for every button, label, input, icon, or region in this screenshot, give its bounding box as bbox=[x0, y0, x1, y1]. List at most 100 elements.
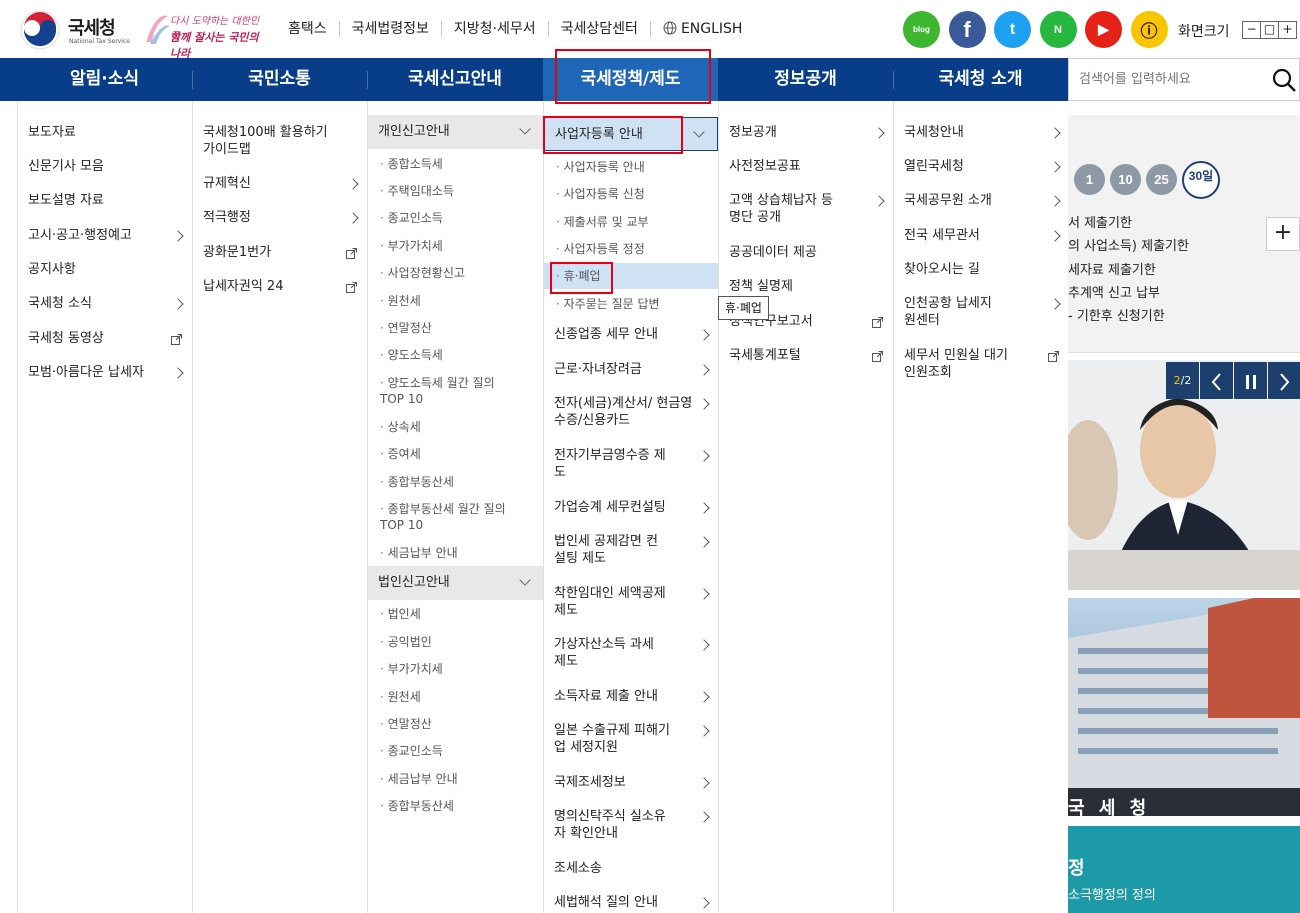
submenu-item[interactable]: 종합부동산세 월간 질의 TOP 10 bbox=[380, 501, 530, 533]
submenu-item[interactable]: 사업자등록 안내 bbox=[556, 159, 645, 175]
nav-communication[interactable]: 국민소통 bbox=[192, 58, 367, 101]
deadline-item[interactable]: 의 사업소득) 제출기한 bbox=[1068, 235, 1189, 254]
menu-item[interactable]: 국세청 동영상 bbox=[28, 330, 182, 347]
day-filter-1[interactable]: 1 bbox=[1074, 164, 1105, 195]
submenu-item[interactable]: 상속세 bbox=[380, 419, 421, 435]
submenu-item[interactable]: 사업자등록 신청 bbox=[556, 186, 645, 202]
submenu-item[interactable]: 양도소득세 bbox=[380, 347, 443, 363]
submenu-item[interactable]: 증여세 bbox=[380, 446, 421, 462]
link-consult-center[interactable]: 국세상담센터 bbox=[547, 21, 650, 37]
day-filter-25[interactable]: 25 bbox=[1146, 164, 1177, 195]
submenu-item[interactable]: 법인세 bbox=[380, 606, 421, 622]
search-icon[interactable] bbox=[1271, 67, 1297, 93]
link-hometax[interactable]: 홈택스 bbox=[278, 21, 339, 37]
menu-item[interactable]: 고액 상습체납자 등 명단 공개 bbox=[729, 192, 885, 226]
menu-item[interactable]: 가업승계 세무컨설팅 bbox=[554, 499, 710, 516]
link-tax-law[interactable]: 국세법령정보 bbox=[338, 21, 441, 37]
menu-item[interactable]: 적극행정 bbox=[203, 209, 359, 226]
menu-item[interactable]: 국제조세정보 bbox=[554, 774, 710, 791]
submenu-item[interactable]: 양도소득세 월간 질의 TOP 10 bbox=[380, 375, 518, 407]
twitter-icon[interactable]: t bbox=[994, 11, 1031, 48]
slide-prev-button[interactable] bbox=[1200, 362, 1233, 399]
submenu-item[interactable]: 종교인소득 bbox=[380, 743, 443, 759]
submenu-item[interactable]: 종합부동산세 bbox=[380, 474, 454, 490]
menu-item[interactable]: 납세자권익 24 bbox=[203, 278, 357, 295]
zoom-in-button[interactable]: + bbox=[1278, 21, 1297, 39]
kakao-icon[interactable]: ⓘ bbox=[1130, 11, 1168, 48]
nts-logo[interactable]: 국세청 National Tax Service bbox=[20, 8, 132, 50]
zoom-out-button[interactable]: − bbox=[1242, 21, 1261, 39]
nav-info-disclosure[interactable]: 정보공개 bbox=[718, 58, 893, 101]
menu-item[interactable]: 공공데이터 제공 bbox=[729, 244, 883, 261]
zoom-reset-button[interactable]: □ bbox=[1260, 21, 1279, 39]
submenu-item[interactable]: 부가가치세 bbox=[380, 238, 443, 254]
menu-item[interactable]: 찾아오시는 길 bbox=[904, 261, 1059, 278]
more-plus-button[interactable]: + bbox=[1266, 217, 1300, 251]
menu-item[interactable]: 사전정보공표 bbox=[729, 158, 883, 175]
menu-item[interactable]: 정책 실명제 bbox=[729, 278, 883, 295]
deadline-item[interactable]: 세자료 제출기한 bbox=[1068, 259, 1156, 278]
menu-item[interactable]: 신종업종 세무 안내 bbox=[554, 326, 710, 343]
menu-item[interactable]: 규제혁신 bbox=[203, 175, 359, 192]
submenu-item[interactable]: 원천세 bbox=[380, 689, 421, 705]
menu-item[interactable]: 전국 세무관서 bbox=[904, 227, 1061, 244]
menu-item[interactable]: 가상자산소득 과세제도 bbox=[554, 636, 710, 670]
menu-item[interactable]: 국세청안내 bbox=[904, 124, 1061, 141]
menu-item[interactable]: 보도자료 bbox=[28, 124, 182, 141]
search-input[interactable] bbox=[1069, 59, 1265, 100]
nts-building-photo[interactable]: 국 세 청 bbox=[1068, 598, 1300, 816]
youtube-icon[interactable]: ▶ bbox=[1085, 11, 1122, 48]
menu-item[interactable]: 광화문1번가 bbox=[203, 244, 357, 261]
menu-item[interactable]: 고시·공고·행정예고 bbox=[28, 227, 184, 244]
submenu-item[interactable]: 주택임대소득 bbox=[380, 183, 454, 199]
menu-item[interactable]: 전자(세금)계산서/ 현금영수증/신용카드 bbox=[554, 395, 710, 429]
menu-item[interactable]: 세무서 민원실 대기인원조회 bbox=[904, 347, 1059, 381]
menu-item[interactable]: 국세청 소식 bbox=[28, 295, 184, 312]
menu-item[interactable]: 국세청100배 활용하기 가이드맵 bbox=[203, 124, 357, 158]
submenu-item[interactable]: 자주묻는 질문 답변 bbox=[556, 296, 660, 312]
menu-item[interactable]: 모범·아름다운 납세자 bbox=[28, 364, 184, 381]
submenu-item[interactable]: 공익법인 bbox=[380, 634, 432, 650]
submenu-item[interactable]: 사업장현황신고 bbox=[380, 265, 465, 281]
menu-item[interactable]: 인천공항 납세지원센터 bbox=[904, 295, 1061, 329]
day-filter-10[interactable]: 10 bbox=[1110, 164, 1141, 195]
day-filter-30[interactable]: 30일 bbox=[1182, 161, 1220, 199]
menu-item[interactable]: 국세통계포털 bbox=[729, 347, 883, 364]
deadline-item[interactable]: 추계액 신고 납부 bbox=[1068, 282, 1160, 301]
submenu-item[interactable]: 제출서류 및 교부 bbox=[556, 214, 649, 230]
blog-icon[interactable]: blog bbox=[903, 11, 940, 48]
menu-item[interactable]: 세법해석 질의 안내 bbox=[554, 894, 710, 911]
submenu-item[interactable]: 세금납부 안내 bbox=[380, 771, 458, 787]
menu-item[interactable]: 근로·자녀장려금 bbox=[554, 361, 710, 378]
submenu-item[interactable]: 원천세 bbox=[380, 293, 421, 309]
slide-next-button[interactable] bbox=[1268, 362, 1300, 399]
group-corporate-filing[interactable]: 법인신고안내 bbox=[368, 566, 543, 600]
naver-post-icon[interactable]: N bbox=[1039, 11, 1077, 48]
menu-item[interactable]: 국세공무원 소개 bbox=[904, 192, 1061, 209]
nav-tax-filing[interactable]: 국세신고안내 bbox=[367, 58, 543, 101]
submenu-item[interactable]: 종교인소득 bbox=[380, 210, 443, 226]
menu-item[interactable]: 일본 수출규제 피해기업 세정지원 bbox=[554, 722, 710, 756]
submenu-item[interactable]: 사업자등록 정정 bbox=[556, 241, 645, 257]
group-personal-filing[interactable]: 개인신고안내 bbox=[368, 115, 543, 149]
menu-item[interactable]: 전자기부금영수증 제도 bbox=[554, 447, 710, 481]
submenu-item[interactable]: 연말정산 bbox=[380, 320, 432, 336]
menu-item[interactable]: 착한임대인 세액공제 제도 bbox=[554, 585, 710, 619]
deadline-item[interactable]: 서 제출기한 bbox=[1068, 212, 1132, 231]
menu-item[interactable]: 명의신탁주식 실소유자 확인안내 bbox=[554, 808, 710, 842]
submenu-item[interactable]: 세금납부 안내 bbox=[380, 545, 458, 561]
menu-item[interactable]: 소득자료 제출 안내 bbox=[554, 688, 710, 705]
banner-active-admin[interactable]: 정 소극행정의 정의 bbox=[1068, 826, 1300, 913]
menu-item[interactable]: 신문기사 모음 bbox=[28, 158, 182, 175]
facebook-icon[interactable]: f bbox=[948, 11, 986, 48]
link-english[interactable]: ENGLISH bbox=[649, 21, 755, 37]
slide-pause-button[interactable] bbox=[1234, 362, 1267, 399]
submenu-item[interactable]: 연말정산 bbox=[380, 716, 432, 732]
menu-item[interactable]: 공지사항 bbox=[28, 261, 182, 278]
submenu-item[interactable]: 종합소득세 bbox=[380, 156, 443, 172]
menu-item[interactable]: 법인세 공제감면 컨설팅 제도 bbox=[554, 533, 710, 567]
menu-item[interactable]: 열린국세청 bbox=[904, 158, 1061, 175]
submenu-item[interactable]: 종합부동산세 bbox=[380, 798, 454, 814]
link-regional-office[interactable]: 지방청·세무서 bbox=[440, 21, 548, 37]
menu-item[interactable]: 정보공개 bbox=[729, 124, 885, 141]
